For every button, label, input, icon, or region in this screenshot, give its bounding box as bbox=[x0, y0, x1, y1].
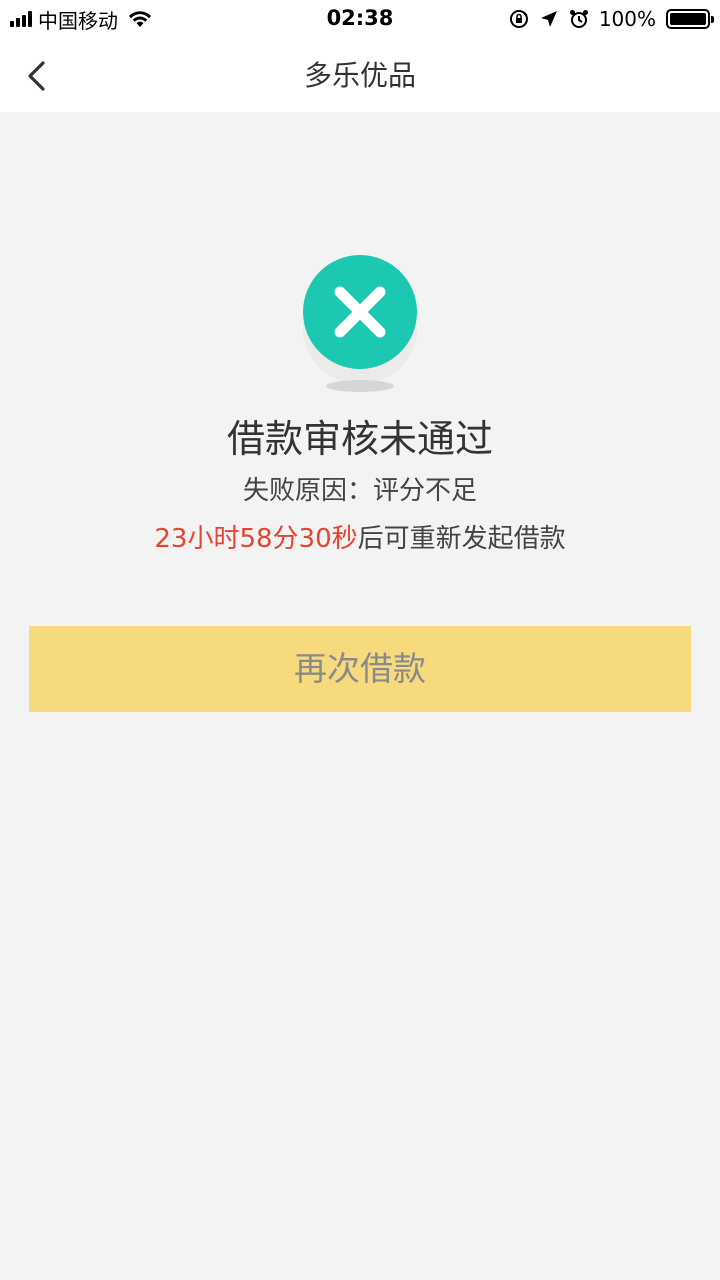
battery-percent: 100% bbox=[598, 7, 656, 31]
failure-reason: 失败原因：评分不足 bbox=[242, 476, 477, 506]
page-title: 多乐优品 bbox=[303, 59, 416, 92]
result-title: 借款审核未通过 bbox=[226, 417, 493, 461]
nav-bar: 多乐优品 bbox=[0, 40, 720, 112]
countdown-time: 23小时58分30秒 bbox=[154, 524, 358, 554]
battery-level bbox=[670, 13, 706, 25]
location-arrow-icon bbox=[540, 11, 557, 27]
close-circle-icon bbox=[303, 255, 417, 392]
countdown-suffix: 后可重新发起借款 bbox=[357, 524, 566, 554]
rotation-lock-icon bbox=[509, 10, 528, 28]
alarm-icon bbox=[569, 10, 588, 28]
retry-countdown: 23小时58分30秒后可重新发起借款 bbox=[0, 518, 720, 555]
status-bar: 中国移动 02:38 100% bbox=[0, 0, 720, 40]
battery-icon bbox=[666, 9, 714, 29]
status-right: 100% bbox=[509, 6, 714, 32]
retry-loan-button[interactable]: 再次借款 bbox=[29, 626, 691, 712]
